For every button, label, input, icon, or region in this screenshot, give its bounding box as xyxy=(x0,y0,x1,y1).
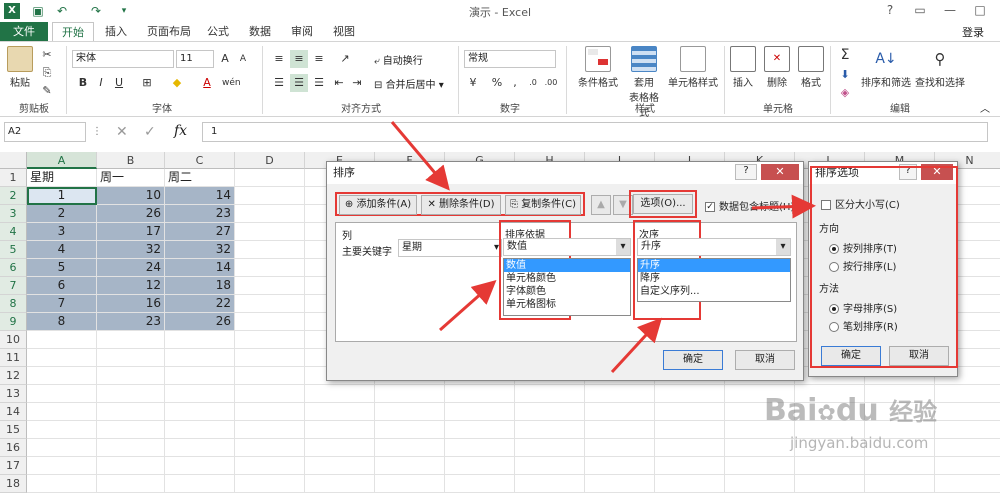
watermark-url: jingyan.baidu.com xyxy=(790,434,929,452)
watermark-brand3: 经验 xyxy=(889,398,938,426)
arrow-to-condition-buttons xyxy=(390,121,450,191)
arrow-to-sort-basis xyxy=(439,280,497,332)
baidu-watermark-logo: Bai✿du 经验 xyxy=(764,392,937,428)
arrow-to-sort-order xyxy=(610,317,663,374)
paw-icon: ✿ xyxy=(817,401,836,426)
watermark-brand2: du xyxy=(835,393,879,428)
arrow-to-options-dialog xyxy=(751,194,816,219)
watermark-brand: Bai xyxy=(764,393,818,428)
